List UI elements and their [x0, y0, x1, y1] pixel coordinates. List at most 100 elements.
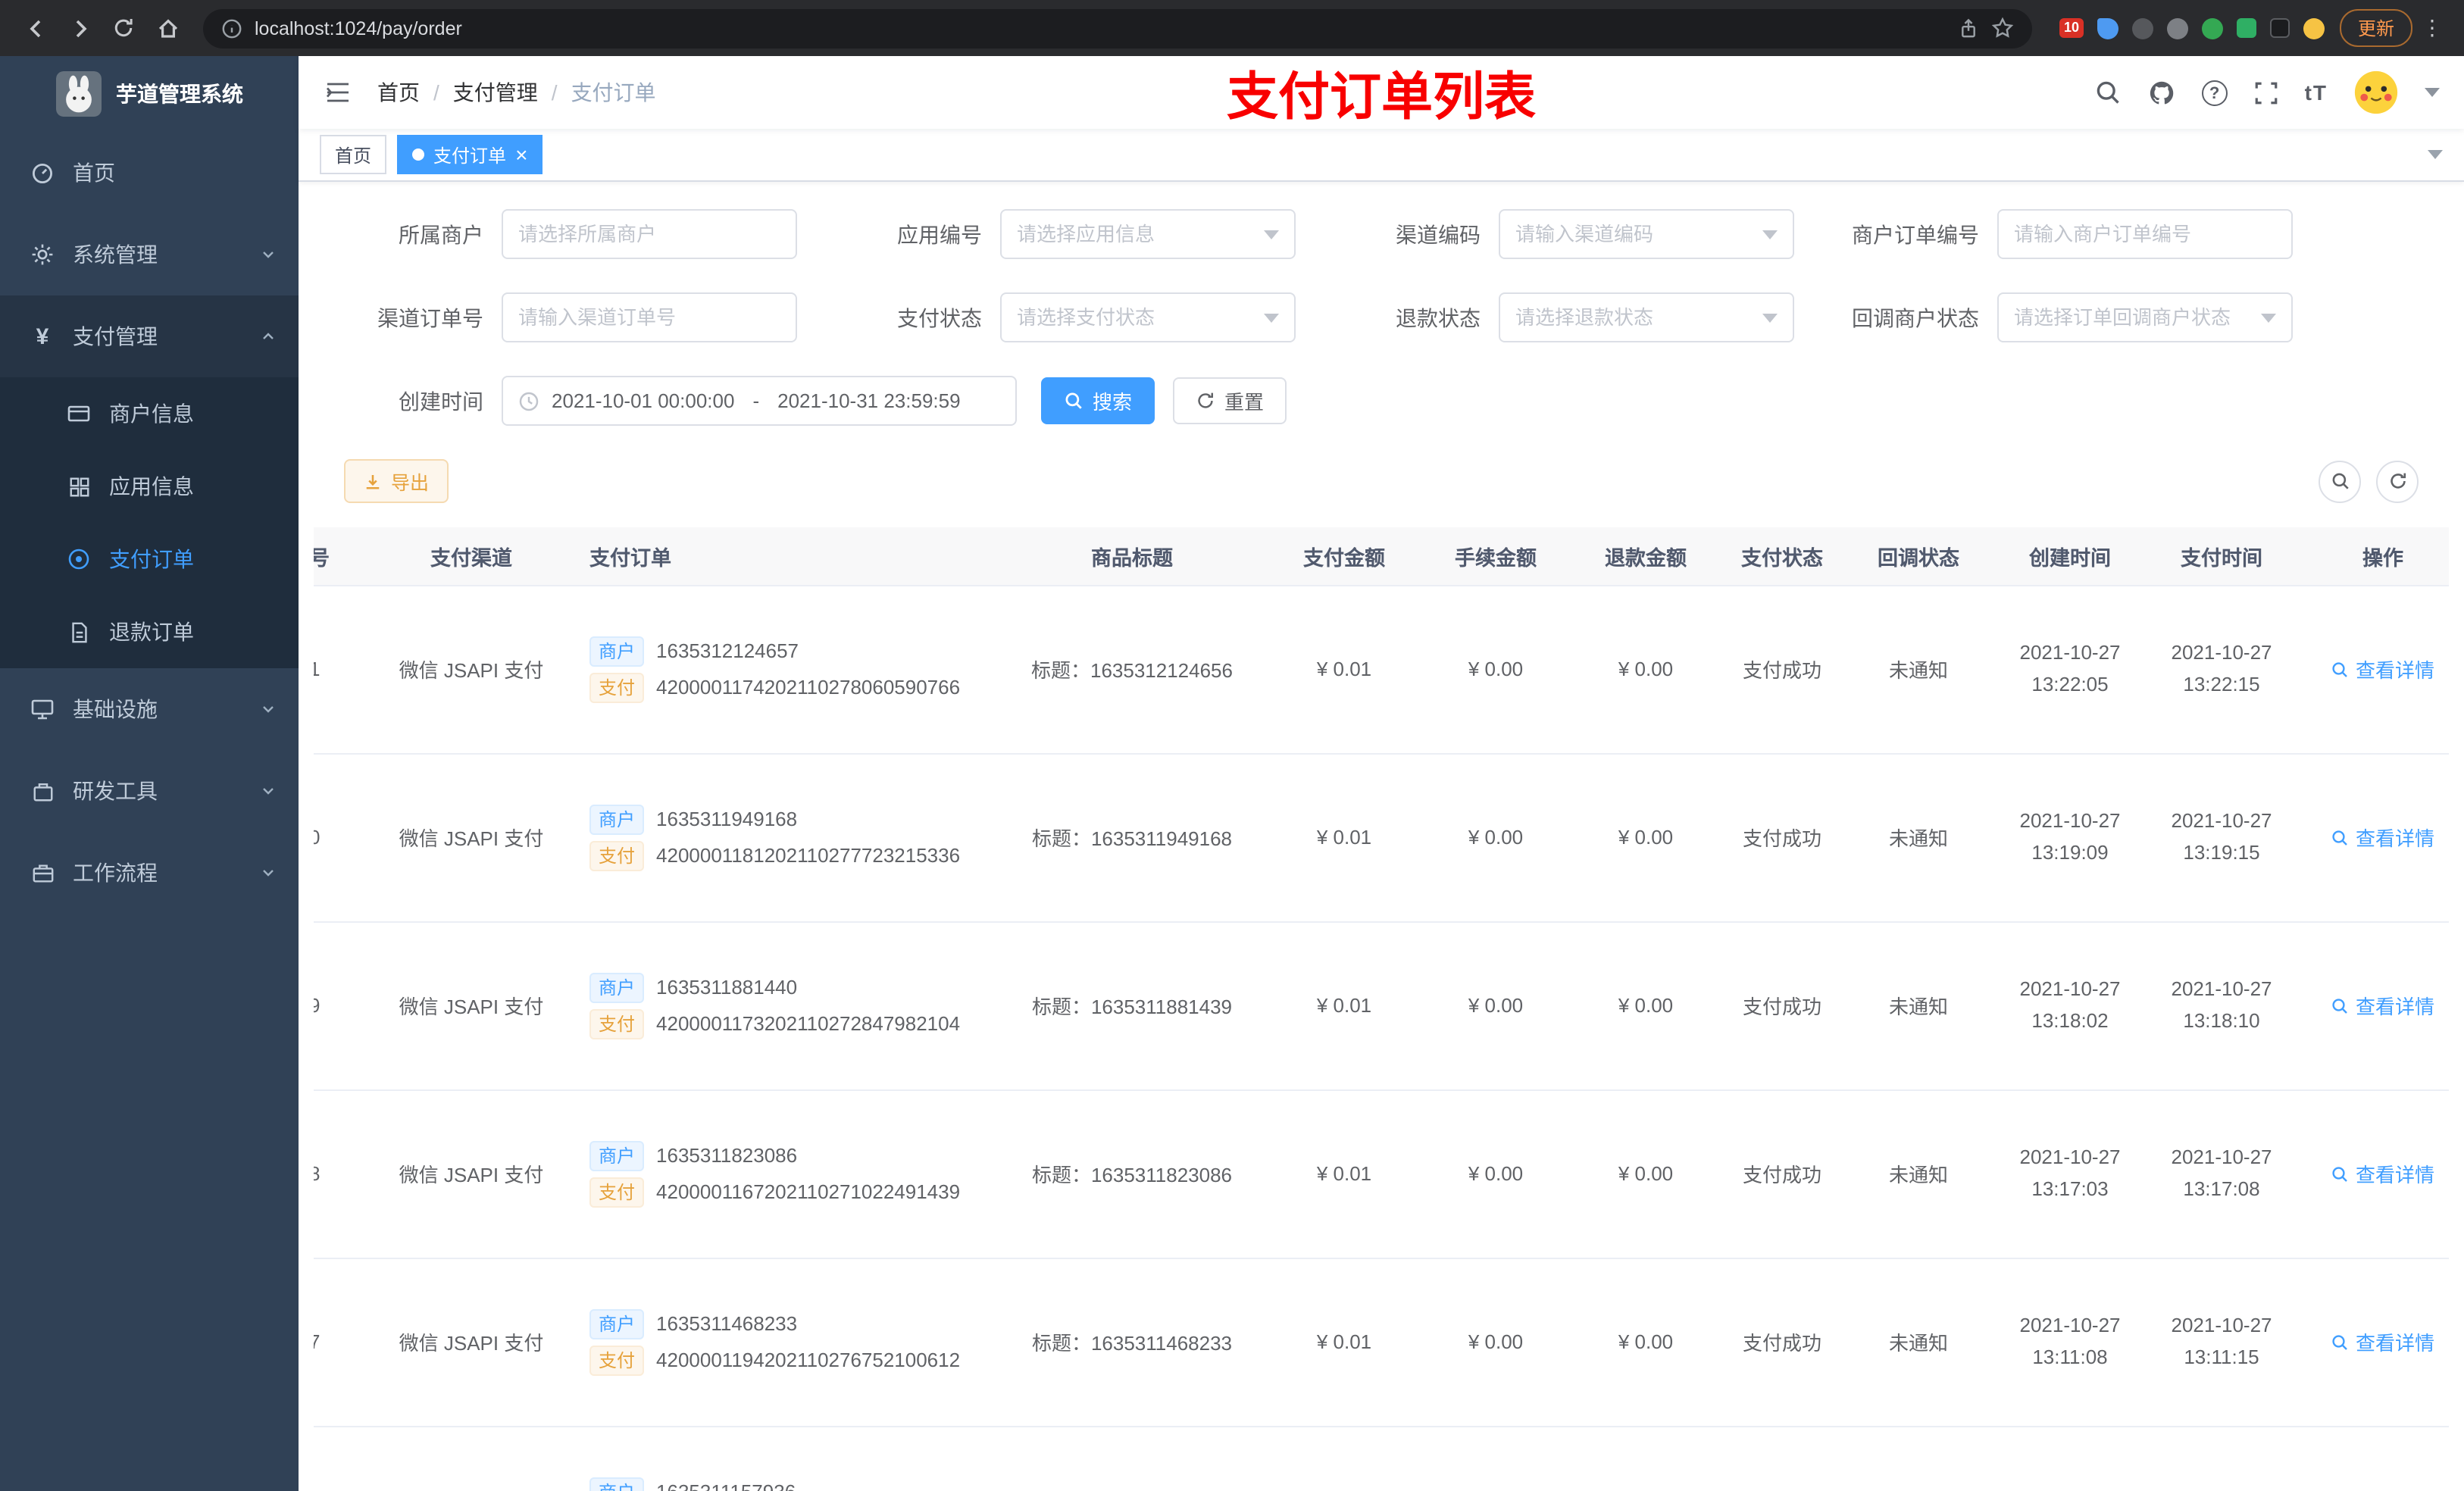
col-refund[interactable]: 退款金额: [1565, 527, 1726, 586]
extension-pin-icon[interactable]: [2269, 18, 2290, 38]
sidebar-logo-row[interactable]: 芋道管理系统: [0, 56, 299, 132]
tabs-more-caret[interactable]: [2428, 150, 2443, 159]
tab-home[interactable]: 首页: [320, 135, 387, 174]
col-created[interactable]: 创建时间: [1999, 527, 2141, 586]
clock-icon: [519, 391, 539, 411]
search-button[interactable]: 搜索: [1041, 377, 1155, 424]
sidebar-item-home[interactable]: 首页: [0, 132, 299, 214]
view-detail-link[interactable]: 查看详情: [2331, 991, 2434, 1020]
address-bar[interactable]: localhost:1024/pay/order: [203, 8, 2032, 48]
cell-refund: ¥ 0.00: [1565, 921, 1726, 1090]
extension-green-square-icon[interactable]: [2236, 18, 2256, 38]
browser-menu-icon[interactable]: ⋮: [2416, 15, 2449, 41]
select-caret-icon: [1264, 230, 1279, 239]
date-range-picker[interactable]: 2021-10-01 00:00:00 - 2021-10-31 23:59:5…: [502, 376, 1017, 426]
col-actions[interactable]: 操作: [2302, 527, 2449, 586]
filter-app-no: 应用编号: [812, 209, 1296, 259]
pay-order-line: 支付 4200001194202110276752100612: [589, 1345, 996, 1375]
notify-status-select[interactable]: [1997, 292, 2293, 342]
sidebar-item-pay-order[interactable]: 支付订单: [0, 523, 299, 595]
filter-row-1: 所属商户 应用编号 渠道编码 商户订单编号: [314, 209, 2449, 259]
bookmark-star-icon[interactable]: [1991, 17, 2014, 39]
pay-order-no: 4200001174202110278060590766: [656, 676, 961, 699]
header-search-icon[interactable]: [2094, 79, 2122, 106]
view-detail-link[interactable]: 查看详情: [2331, 1159, 2434, 1188]
app-no-select[interactable]: [1000, 209, 1296, 259]
payment-submenu: 商户信息 应用信息 支付订单 退款订单: [0, 377, 299, 668]
sidebar-toggle-icon[interactable]: [323, 77, 353, 108]
sidebar-item-refund-order[interactable]: 退款订单: [0, 595, 299, 668]
channel-code-select[interactable]: [1499, 209, 1794, 259]
avatar-dropdown-caret[interactable]: [2425, 88, 2440, 97]
col-fee[interactable]: 手续金额: [1426, 527, 1565, 586]
col-channel[interactable]: 支付渠道: [365, 527, 577, 586]
site-info-icon[interactable]: [221, 17, 242, 39]
breadcrumb-home[interactable]: 首页: [377, 77, 420, 108]
page-annotation: 支付订单列表: [1227, 69, 1536, 127]
pay-tag: 支付: [589, 1008, 645, 1039]
channel-order-no-input[interactable]: [502, 292, 797, 342]
font-size-icon[interactable]: [2305, 80, 2328, 105]
pay-status-select[interactable]: [1000, 292, 1296, 342]
merchant-order-no: 1635311949168: [656, 808, 798, 830]
cell-created: [1999, 1426, 2141, 1491]
col-paid[interactable]: 支付时间: [2141, 527, 2302, 586]
view-detail-link[interactable]: 查看详情: [2331, 1327, 2434, 1356]
created-time: 13:22:05: [2031, 672, 2109, 695]
close-icon[interactable]: [515, 143, 527, 166]
view-detail-link[interactable]: 查看详情: [2331, 823, 2434, 852]
col-amount[interactable]: 支付金额: [1262, 527, 1426, 586]
cell-amount: ¥ 0.01: [1262, 753, 1426, 922]
github-icon[interactable]: [2147, 78, 2176, 107]
toggle-search-button[interactable]: [2319, 460, 2361, 502]
browser-forward-button[interactable]: [59, 8, 100, 48]
refresh-icon: [2390, 473, 2406, 489]
browser-back-button[interactable]: [15, 8, 56, 48]
cell-id: [314, 1426, 365, 1491]
sidebar-item-system[interactable]: 系统管理: [0, 214, 299, 295]
user-avatar[interactable]: [2353, 70, 2399, 115]
help-icon[interactable]: [2201, 80, 2228, 105]
field-label: 商户订单编号: [1852, 222, 1979, 246]
col-pay-order[interactable]: 支付订单: [577, 527, 1002, 586]
col-notify[interactable]: 回调状态: [1838, 527, 1999, 586]
table-row: 17 微信 JSAPI 支付 商户 1635311468233 支付: [314, 1258, 2449, 1427]
view-detail-link[interactable]: 查看详情: [2331, 655, 2434, 683]
browser-home-button[interactable]: [147, 8, 188, 48]
refresh-table-button[interactable]: [2376, 460, 2419, 502]
tab-pay-order[interactable]: 支付订单: [397, 135, 543, 174]
sidebar-item-workflow[interactable]: 工作流程: [0, 832, 299, 914]
extension-gray-icon[interactable]: [2131, 17, 2153, 39]
col-id[interactable]: 编号: [314, 527, 365, 586]
sidebar-item-app-info[interactable]: 应用信息: [0, 450, 299, 523]
cell-created: 2021-10-27 13:18:02: [1999, 921, 2141, 1090]
breadcrumb: 首页 / 支付管理 / 支付订单: [377, 77, 656, 108]
extension-green-circle-icon[interactable]: [2201, 17, 2223, 39]
sidebar-item-payment[interactable]: 支付管理: [0, 295, 299, 377]
merchant-select[interactable]: [502, 209, 797, 259]
download-icon: [366, 474, 380, 489]
field-label: 应用编号: [897, 222, 982, 246]
col-status[interactable]: 支付状态: [1726, 527, 1838, 586]
sidebar-item-dev-tools[interactable]: 研发工具: [0, 750, 299, 832]
browser-reload-button[interactable]: [103, 8, 144, 48]
browser-update-button[interactable]: 更新: [2339, 9, 2412, 47]
sidebar-item-infra[interactable]: 基础设施: [0, 668, 299, 750]
table-row: 19 微信 JSAPI 支付 商户 1635311881440 支付: [314, 921, 2449, 1090]
refund-status-select[interactable]: [1499, 292, 1794, 342]
view-detail-label: 查看详情: [2355, 1332, 2434, 1355]
cell-refund: ¥ 0.00: [1565, 585, 1726, 754]
extension-drop-icon[interactable]: [2097, 17, 2118, 39]
share-icon[interactable]: [1958, 17, 1979, 39]
reset-button[interactable]: 重置: [1173, 377, 1287, 424]
col-title[interactable]: 商品标题: [1002, 527, 1262, 586]
sidebar-item-merchant-info[interactable]: 商户信息: [0, 377, 299, 450]
merchant-order-no-input[interactable]: [1997, 209, 2293, 259]
date-separator: -: [752, 389, 760, 412]
export-button[interactable]: 导出: [344, 459, 449, 503]
extension-badge[interactable]: 10: [2059, 18, 2084, 38]
breadcrumb-pay-manage[interactable]: 支付管理: [453, 77, 538, 108]
extension-avatar-icon[interactable]: [2303, 17, 2325, 39]
extension-gray2-icon[interactable]: [2166, 17, 2188, 39]
fullscreen-icon[interactable]: [2253, 80, 2279, 105]
